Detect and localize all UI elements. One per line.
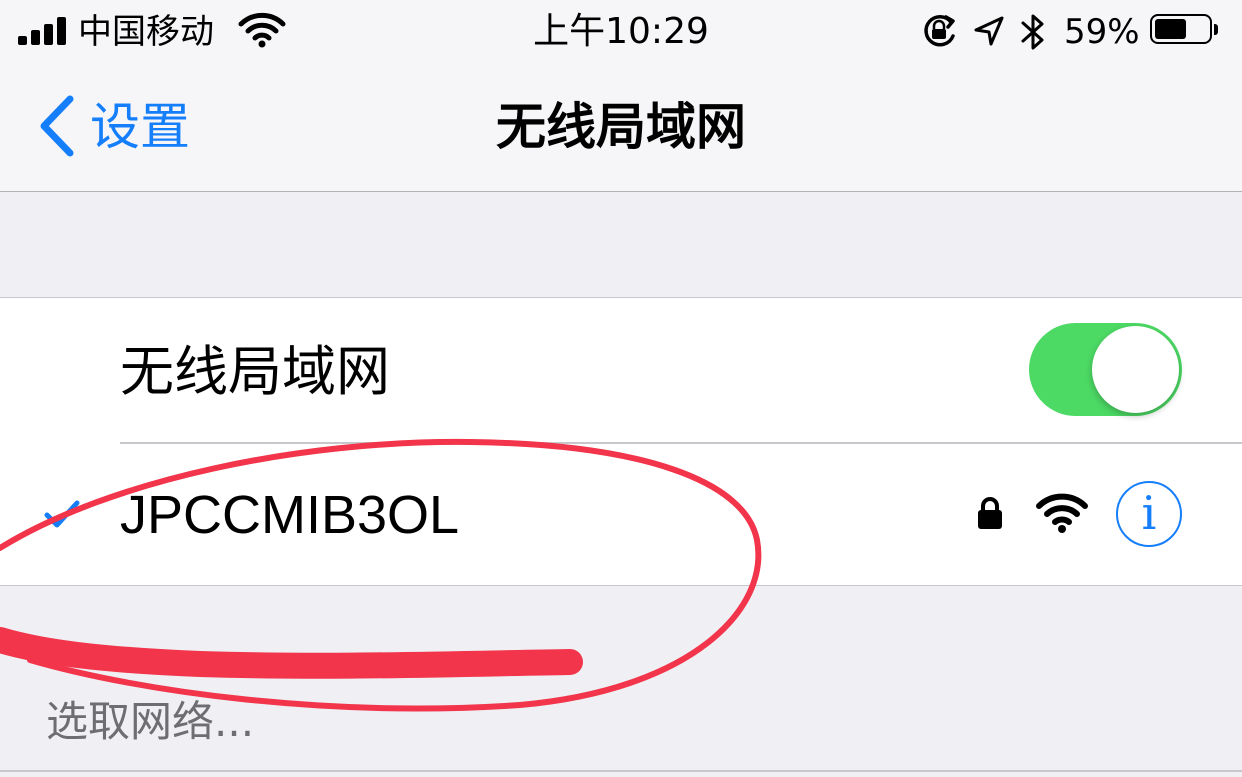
battery-icon <box>1150 14 1218 46</box>
checkmark-icon <box>44 500 80 528</box>
lock-icon <box>978 497 1002 529</box>
page-title: 无线局域网 <box>496 98 746 156</box>
rotation-lock-icon <box>924 14 955 47</box>
row-divider <box>120 442 1242 444</box>
info-button[interactable]: i <box>1116 481 1182 547</box>
wifi-toggle-switch[interactable] <box>1029 323 1182 416</box>
clock: 上午10:29 <box>533 11 709 52</box>
bluetooth-icon <box>1021 14 1044 50</box>
section-header-choose-network: 选取网络... <box>46 697 255 746</box>
toggle-knob <box>1092 326 1179 413</box>
network-name[interactable]: JPCCMIB3OL <box>120 479 459 551</box>
bottom-divider <box>0 770 1242 772</box>
wifi-strength-icon <box>1036 493 1088 533</box>
battery-percent: 59% <box>1064 12 1140 52</box>
location-arrow-icon <box>974 16 1004 46</box>
wifi-toggle-label: 无线局域网 <box>120 340 390 403</box>
